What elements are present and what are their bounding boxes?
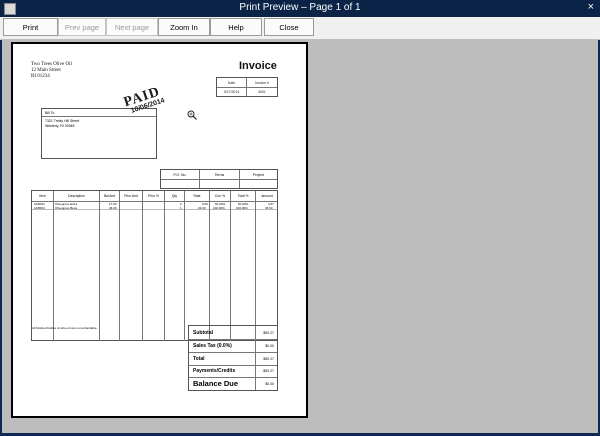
balance-due-value: $0.00 [265,382,274,386]
title-bar: Print Preview – Page 1 of 1 × [0,0,600,17]
subtotal-label: Subtotal [193,330,213,336]
col-item: Item [39,194,46,198]
subtotal-value: $50.27 [263,331,274,335]
col-description: Description [68,194,85,198]
col-qty: Qty [171,194,178,198]
refund-note: All finished bottles of olive oil are no… [32,326,98,330]
bill-to-label: Bill To [45,111,55,115]
toolbar: Print Prev page Next page Zoom In Help C… [0,17,600,40]
close-button[interactable]: Close [264,18,314,36]
invoice-number: 4001 [258,90,266,94]
items-table: Item Description Bal Amt Prior Amt Prior… [31,190,278,341]
close-icon[interactable]: × [588,1,594,13]
invoice-title: Invoice [239,60,277,72]
bill-to-box: Bill To 7321 Trinity Hill Street Westerl… [41,108,157,159]
table-cell: 100.00% [236,206,248,210]
table-cell: Olivegrove Beca [55,206,78,210]
totals-box: Subtotal $50.27 Sales Tax (0.0%) $0.00 T… [188,325,278,391]
table-cell: 45.60 [265,206,273,210]
total-label: Total [193,356,205,362]
balance-due-label: Balance Due [193,379,239,388]
company-address: Two Trees Olive Oil 12 Main Street RI 01… [31,62,72,80]
invoice-page[interactable]: Two Trees Olive Oil 12 Main Street RI 01… [11,42,308,418]
sales-tax-label: Sales Tax (0.0%) [193,343,232,349]
zoom-in-button[interactable]: Zoom In [158,18,210,36]
table-cell: A1BF04 [34,206,45,210]
total-value: $50.27 [263,357,274,361]
bill-to-line: Westerly, RI 03948 [45,124,75,128]
invoice-date: 3/17/2014 [223,90,240,94]
col-bal-amt: Bal Amt [103,194,116,198]
po-terms-project-box: P.O. No. Terms Project [160,169,278,189]
payments-credits-label: Payments/Credits [193,368,236,374]
table-cell: 22.00 [198,206,206,210]
payments-credits-value: -$50.27 [262,369,274,373]
print-button[interactable]: Print [3,18,58,36]
sales-tax-value: $0.00 [265,344,274,348]
po-number-header: P.O. No. [173,173,187,177]
help-button[interactable]: Help [210,18,262,36]
table-cell: 46.00 [109,206,117,210]
prev-page-button[interactable]: Prev page [58,18,106,36]
invoice-meta-box: Date Invoice # 3/17/2014 4001 [216,77,278,97]
col-total-pct: Total % [237,194,249,198]
bill-to-address: 7321 Trinity Hill Street Westerly, RI 03… [45,119,79,129]
table-cell: 100.00% [213,206,225,210]
terms-header: Terms [214,173,225,177]
next-page-button[interactable]: Next page [106,18,158,36]
col-amount: Amount [261,194,273,198]
invoice-number-header: Invoice # [254,81,269,85]
col-rate: Rate [193,194,201,198]
zoom-cursor-icon [187,110,197,120]
window-title: Print Preview – Page 1 of 1 [239,2,361,13]
col-curr-pct: Curr % [214,194,226,198]
preview-canvas[interactable]: Two Trees Olive Oil 12 Main Street RI 01… [2,39,598,433]
project-header: Project [253,173,264,177]
col-prior-amt: Prior Amt [124,194,138,198]
col-prior-pct: Prior % [148,194,159,198]
company-zip: RI 01234 [31,74,50,79]
date-header: Date [227,81,236,85]
table-cell: 1 [180,206,182,210]
